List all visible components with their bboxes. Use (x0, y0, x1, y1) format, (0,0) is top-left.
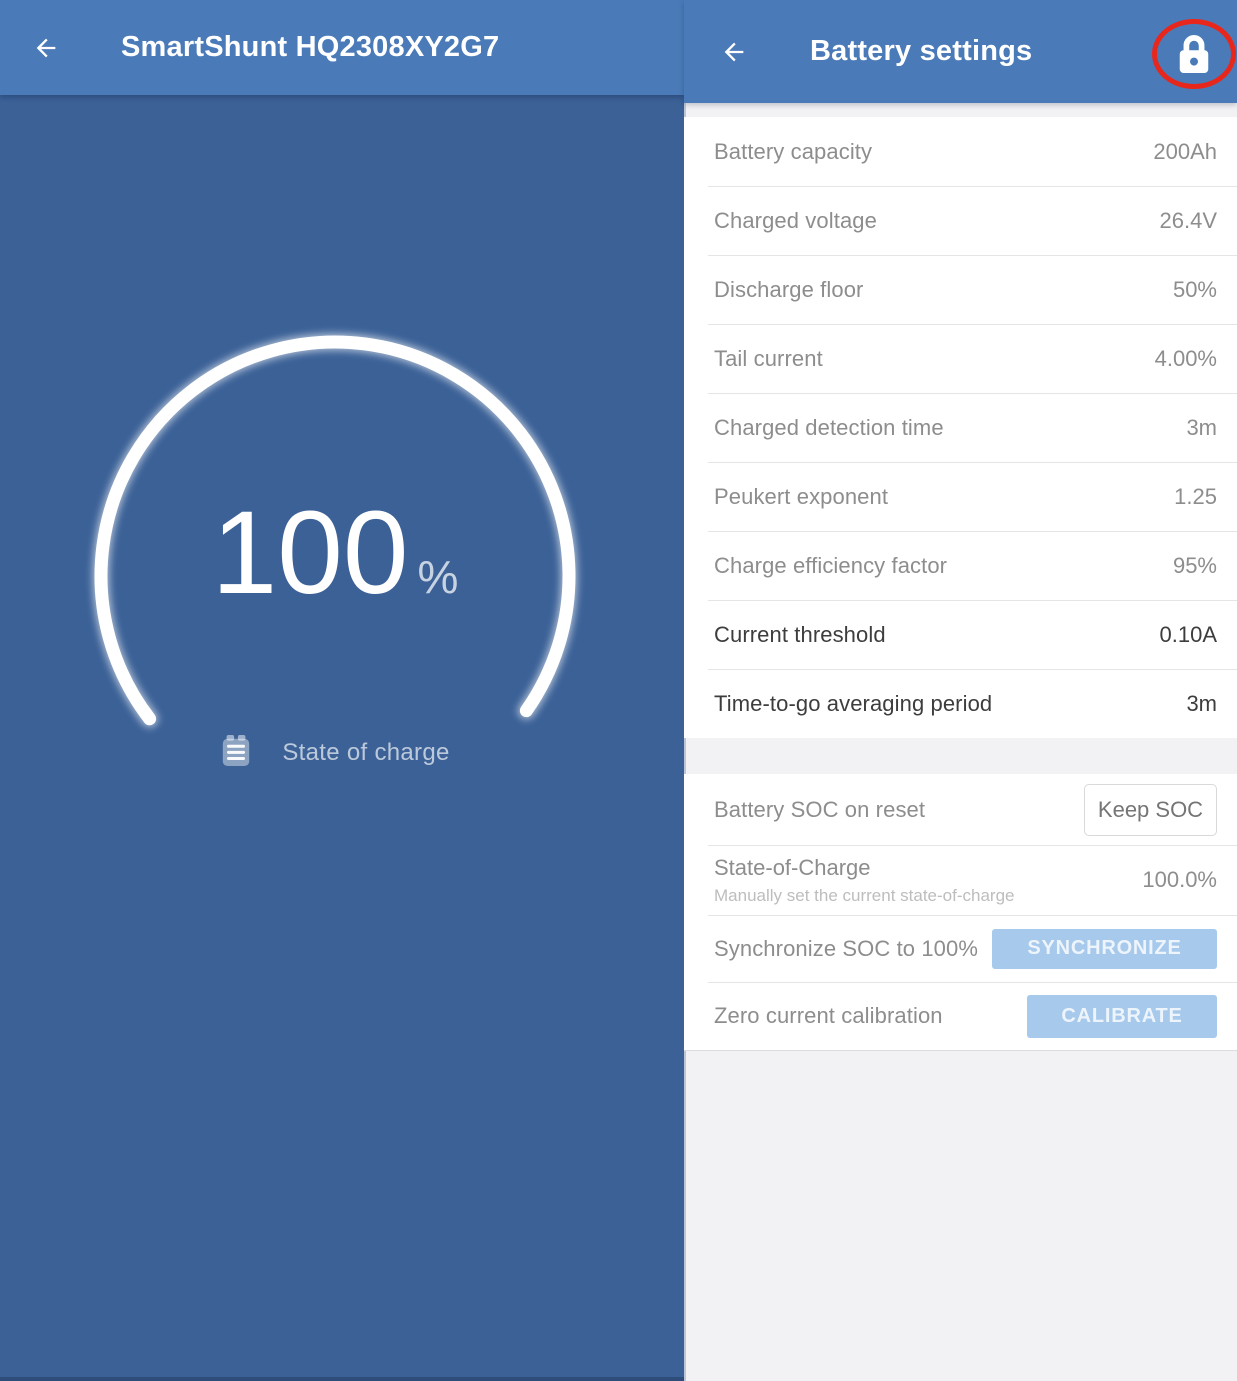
section-gap (684, 738, 1237, 774)
device-title: SmartShunt HQ2308XY2G7 (121, 31, 499, 64)
soc-value: 100 (212, 494, 409, 612)
battery-soc-on-reset-button[interactable]: Keep SOC (1084, 784, 1217, 836)
battery-settings-title: Battery settings (810, 35, 1032, 68)
setting-row-time-to-go-averaging-period[interactable]: Time-to-go averaging period3m (684, 669, 1237, 738)
setting-value: 3m (1186, 691, 1217, 717)
setting-value: 26.4V (1160, 208, 1218, 234)
setting-sublabel: Manually set the current state-of-charge (714, 886, 1142, 906)
setting-row-state-of-charge[interactable]: State-of-Charge Manually set the current … (684, 845, 1237, 915)
setting-row-charged-detection-time[interactable]: Charged detection time3m (684, 393, 1237, 462)
back-arrow-icon[interactable] (31, 33, 61, 63)
setting-label: Zero current calibration (714, 1003, 1027, 1029)
setting-row-zero-current-calibration: Zero current calibrationCALIBRATE (684, 982, 1237, 1050)
setting-row-battery-soc-on-reset: Battery SOC on resetKeep SOC (684, 774, 1237, 845)
setting-label: Charged detection time (714, 415, 1186, 441)
battery-settings-header: Battery settings (684, 0, 1237, 103)
setting-value: 3m (1186, 415, 1217, 441)
setting-label: Charge efficiency factor (714, 553, 1173, 579)
setting-row-current-threshold[interactable]: Current threshold0.10A (684, 600, 1237, 669)
setting-row-charge-efficiency-factor[interactable]: Charge efficiency factor95% (684, 531, 1237, 600)
device-header: SmartShunt HQ2308XY2G7 (0, 0, 684, 95)
synchronize-soc-button[interactable]: SYNCHRONIZE (992, 929, 1217, 969)
setting-two-line-label: State-of-Charge Manually set the current … (714, 855, 1142, 906)
soc-actions-list: Battery SOC on resetKeep SOC State-of-Cha… (684, 774, 1237, 1051)
soc-label-text: State of charge (282, 739, 449, 767)
setting-row-tail-current[interactable]: Tail current4.00% (684, 324, 1237, 393)
battery-icon (220, 734, 252, 773)
setting-value: 200Ah (1153, 139, 1217, 165)
battery-settings-panel: Battery settings Battery capacity200AhCh… (684, 0, 1237, 1381)
setting-label: Discharge floor (714, 277, 1173, 303)
setting-label: Peukert exponent (714, 484, 1174, 510)
setting-label: Current threshold (714, 622, 1160, 648)
setting-label: Time-to-go averaging period (714, 691, 1186, 717)
setting-row-peukert-exponent[interactable]: Peukert exponent1.25 (684, 462, 1237, 531)
victron-connect-app: SmartShunt HQ2308XY2G7 100 % (0, 0, 1237, 1381)
setting-label: Battery capacity (714, 139, 1153, 165)
soc-unit: % (417, 554, 458, 600)
zero-current-calibration-button[interactable]: CALIBRATE (1027, 995, 1217, 1038)
back-arrow-icon[interactable] (719, 37, 749, 67)
setting-value: 0.10A (1160, 622, 1218, 648)
setting-label: Battery SOC on reset (714, 797, 1084, 823)
setting-value: 95% (1173, 553, 1217, 579)
setting-value: 50% (1173, 277, 1217, 303)
setting-row-charged-voltage[interactable]: Charged voltage26.4V (684, 186, 1237, 255)
setting-label: Charged voltage (714, 208, 1160, 234)
setting-label: State-of-Charge (714, 855, 1142, 881)
setting-value: 100.0% (1142, 867, 1217, 893)
setting-label: Synchronize SOC to 100% (714, 936, 992, 962)
soc-label-row: State of charge (75, 733, 595, 773)
battery-settings-content: Battery capacity200AhCharged voltage26.4… (684, 103, 1237, 1381)
setting-row-synchronize-soc: Synchronize SOC to 100%SYNCHRONIZE (684, 915, 1237, 982)
soc-value-display: 100 % (75, 494, 595, 612)
device-status-panel: SmartShunt HQ2308XY2G7 100 % (0, 0, 684, 1381)
setting-row-battery-capacity[interactable]: Battery capacity200Ah (684, 117, 1237, 186)
battery-settings-list: Battery capacity200AhCharged voltage26.4… (684, 117, 1237, 738)
lock-icon[interactable] (1175, 32, 1213, 81)
setting-value: 1.25 (1174, 484, 1217, 510)
setting-row-discharge-floor[interactable]: Discharge floor50% (684, 255, 1237, 324)
setting-label: Tail current (714, 346, 1155, 372)
setting-value: 4.00% (1155, 346, 1217, 372)
